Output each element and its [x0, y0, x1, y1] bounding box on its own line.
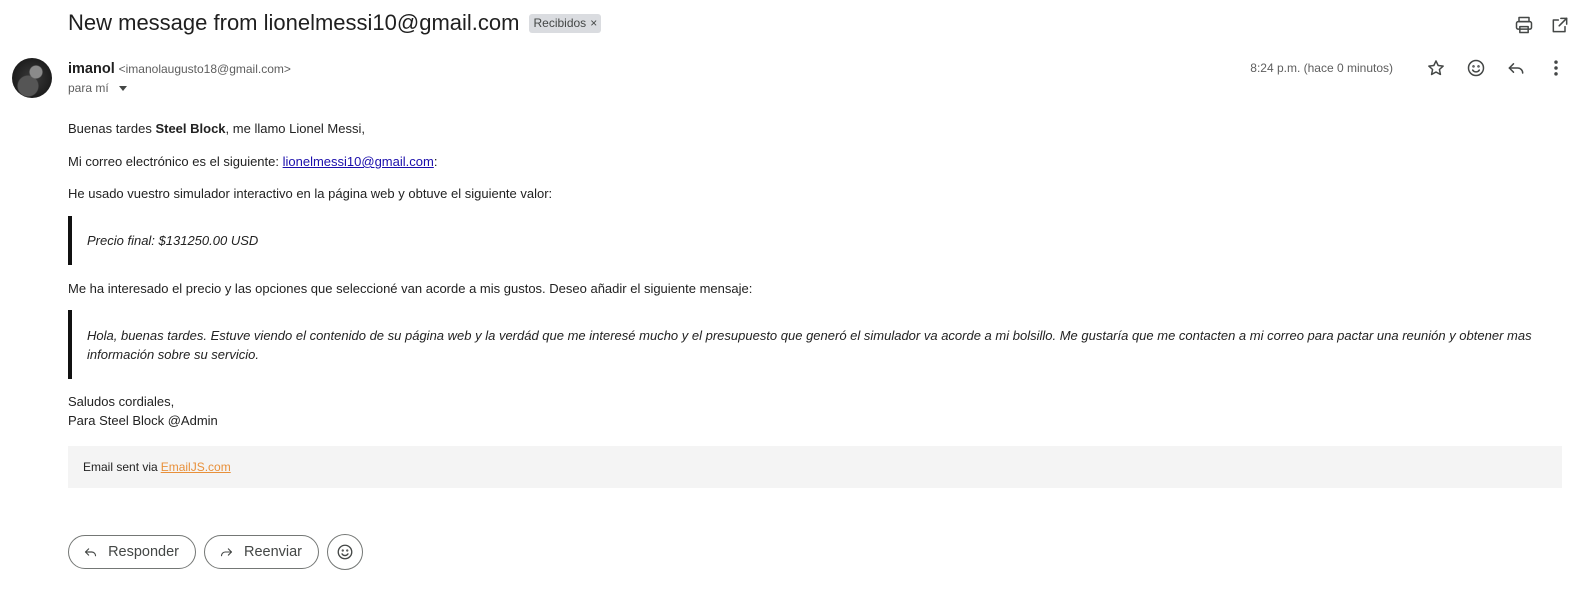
label-chip-inbox[interactable]: Recibidos ×	[529, 13, 602, 33]
recipient-label: para mí	[68, 81, 109, 95]
footer-text: Email sent via	[83, 460, 158, 474]
price-quote: Precio final: $131250.00 USD	[68, 216, 1562, 265]
greeting-text: Buenas tardes	[68, 121, 156, 136]
email-line-colon: :	[433, 154, 438, 169]
email-line-text: Mi correo electrónico es el siguiente:	[68, 154, 283, 169]
reply-button-label: Responder	[108, 544, 179, 560]
greeting-paragraph: Buenas tardes Steel Block, me llamo Lion…	[68, 120, 365, 138]
reply-icon	[84, 548, 97, 557]
price-quote-text: Precio final: $131250.00 USD	[87, 233, 259, 248]
message-time: 8:24 p.m. (hace 0 minutos)	[1250, 61, 1393, 75]
email-paragraph: Mi correo electrónico es el siguiente: l…	[68, 153, 437, 171]
sender-name[interactable]: imanol	[68, 61, 115, 77]
chevron-down-icon[interactable]	[118, 85, 127, 91]
reply-icon[interactable]	[1505, 57, 1527, 79]
top-toolbar	[1513, 14, 1571, 36]
message-meta: 8:24 p.m. (hace 0 minutos)	[1250, 57, 1567, 79]
emoji-reaction-button[interactable]	[327, 534, 363, 570]
reply-actions: Responder Reenviar	[68, 534, 363, 570]
sender-info: imanol <imanolaugusto18@gmail.com>	[68, 60, 291, 77]
closing-line: Saludos cordiales,	[68, 394, 175, 409]
recipient-line: para mí	[68, 81, 127, 95]
simulator-paragraph: He usado vuestro simulador interactivo e…	[68, 186, 553, 201]
emoji-icon[interactable]	[1465, 57, 1487, 79]
sender-email: <imanolaugusto18@gmail.com>	[118, 62, 291, 76]
signature-line: Para Steel Block @Admin	[68, 413, 218, 428]
label-chip-text: Recibidos	[533, 15, 587, 30]
emailjs-link[interactable]: EmailJS.com	[161, 460, 231, 474]
star-icon[interactable]	[1425, 57, 1447, 79]
message-quote: Hola, buenas tardes. Estuve viendo el co…	[68, 310, 1562, 379]
interest-paragraph: Me ha interesado el precio y las opcione…	[68, 281, 753, 296]
message-quote-text: Hola, buenas tardes. Estuve viendo el co…	[87, 327, 1532, 362]
sender-avatar[interactable]	[12, 58, 52, 98]
emoji-icon	[337, 544, 353, 560]
subject-row: New message from lionelmessi10@gmail.com…	[68, 10, 602, 36]
open-in-new-window-icon[interactable]	[1549, 14, 1571, 36]
company-name: Steel Block	[155, 121, 226, 136]
greeting-rest: , me llamo Lionel Messi,	[225, 121, 365, 136]
email-link[interactable]: lionelmessi10@gmail.com	[283, 154, 434, 169]
forward-button[interactable]: Reenviar	[204, 535, 319, 569]
more-vert-icon[interactable]	[1545, 57, 1567, 79]
email-footer: Email sent via EmailJS.com	[68, 446, 1562, 488]
remove-label-icon[interactable]: ×	[590, 16, 597, 30]
email-subject: New message from lionelmessi10@gmail.com	[68, 10, 520, 35]
forward-button-label: Reenviar	[243, 544, 302, 560]
forward-icon	[220, 548, 233, 557]
print-icon[interactable]	[1513, 14, 1535, 36]
reply-button[interactable]: Responder	[68, 535, 196, 569]
